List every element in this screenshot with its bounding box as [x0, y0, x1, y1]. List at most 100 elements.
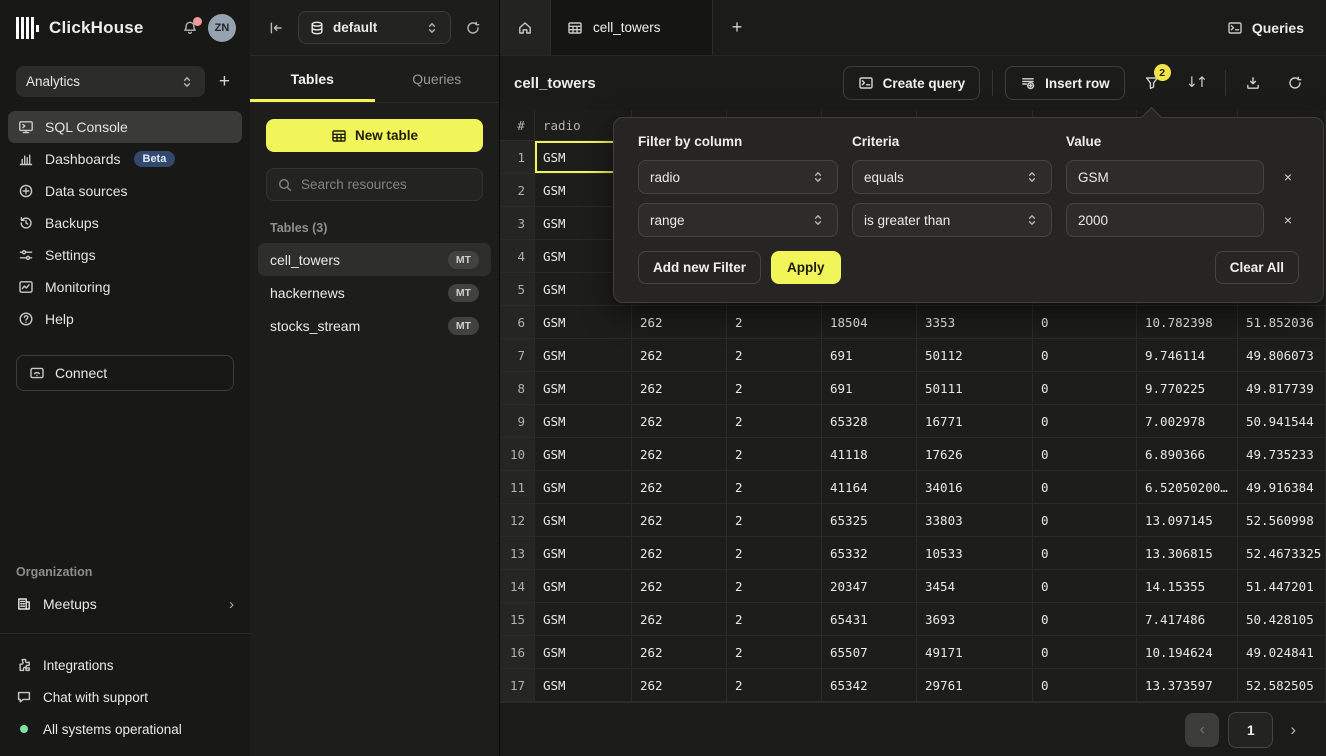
- table-cell[interactable]: 41164: [822, 471, 917, 504]
- table-cell[interactable]: GSM: [535, 603, 632, 636]
- table-cell[interactable]: 41118: [822, 438, 917, 471]
- table-cell[interactable]: 262: [632, 570, 727, 603]
- table-cell[interactable]: 0: [1033, 405, 1137, 438]
- column-header-num[interactable]: #: [500, 110, 535, 141]
- table-cell[interactable]: 262: [632, 339, 727, 372]
- filter-value-input-0[interactable]: [1066, 160, 1264, 194]
- table-cell[interactable]: 13.373597: [1137, 669, 1238, 702]
- table-cell[interactable]: 262: [632, 603, 727, 636]
- sidebar-item-backups[interactable]: Backups: [8, 207, 242, 239]
- create-query-button[interactable]: Create query: [843, 66, 981, 100]
- table-cell[interactable]: 16771: [917, 405, 1033, 438]
- table-cell[interactable]: 2: [727, 372, 822, 405]
- insert-row-button[interactable]: Insert row: [1005, 66, 1125, 100]
- current-page[interactable]: 1: [1228, 712, 1273, 748]
- home-button[interactable]: [500, 0, 551, 55]
- table-cell[interactable]: 262: [632, 405, 727, 438]
- table-cell[interactable]: 65325: [822, 504, 917, 537]
- table-cell[interactable]: 65328: [822, 405, 917, 438]
- refresh-tables-button[interactable]: [461, 16, 485, 40]
- table-cell[interactable]: 0: [1033, 339, 1137, 372]
- table-cell[interactable]: 2: [727, 504, 822, 537]
- table-cell[interactable]: 65507: [822, 636, 917, 669]
- search-input[interactable]: [301, 177, 472, 192]
- sidebar-item-data-sources[interactable]: Data sources: [8, 175, 242, 207]
- table-cell[interactable]: 51.447201: [1238, 570, 1326, 603]
- table-cell[interactable]: 20347: [822, 570, 917, 603]
- table-cell[interactable]: 0: [1033, 636, 1137, 669]
- table-cell[interactable]: 49.806073: [1238, 339, 1326, 372]
- table-cell[interactable]: 17626: [917, 438, 1033, 471]
- filter-value-input-1[interactable]: [1066, 203, 1264, 237]
- workspace-select[interactable]: Analytics: [16, 66, 205, 97]
- table-cell[interactable]: 10.194624: [1137, 636, 1238, 669]
- footer-item-chat[interactable]: Chat with support: [16, 684, 234, 710]
- table-cell[interactable]: GSM: [535, 372, 632, 405]
- table-cell[interactable]: 10533: [917, 537, 1033, 570]
- table-cell[interactable]: 52.582505: [1238, 669, 1326, 702]
- table-cell[interactable]: 2: [727, 471, 822, 504]
- apply-filters-button[interactable]: Apply: [771, 251, 841, 284]
- table-cell[interactable]: GSM: [535, 537, 632, 570]
- table-cell[interactable]: GSM: [535, 339, 632, 372]
- filter-button[interactable]: 2: [1137, 70, 1167, 96]
- table-cell[interactable]: 262: [632, 669, 727, 702]
- table-cell[interactable]: 6.52050200…: [1137, 471, 1238, 504]
- tab-tables[interactable]: Tables: [250, 56, 375, 102]
- table-cell[interactable]: GSM: [535, 669, 632, 702]
- prev-page-button[interactable]: ‹: [1185, 713, 1219, 747]
- queries-button[interactable]: Queries: [1227, 20, 1304, 36]
- table-cell[interactable]: 262: [632, 438, 727, 471]
- table-cell[interactable]: 49171: [917, 636, 1033, 669]
- table-cell[interactable]: GSM: [535, 471, 632, 504]
- footer-item-status-dot[interactable]: All systems operational: [16, 716, 234, 742]
- table-cell[interactable]: 0: [1033, 504, 1137, 537]
- table-list-item-hackernews[interactable]: hackernewsMT: [258, 276, 491, 309]
- table-cell[interactable]: 29761: [917, 669, 1033, 702]
- tab-queries[interactable]: Queries: [375, 56, 500, 102]
- table-cell[interactable]: 3454: [917, 570, 1033, 603]
- table-cell[interactable]: 2: [727, 537, 822, 570]
- table-cell[interactable]: 262: [632, 504, 727, 537]
- table-cell[interactable]: 50.428105: [1238, 603, 1326, 636]
- table-cell[interactable]: GSM: [535, 438, 632, 471]
- table-cell[interactable]: GSM: [535, 636, 632, 669]
- table-cell[interactable]: GSM: [535, 405, 632, 438]
- table-cell[interactable]: 262: [632, 471, 727, 504]
- table-cell[interactable]: 65431: [822, 603, 917, 636]
- add-workspace-button[interactable]: +: [215, 70, 234, 93]
- table-cell[interactable]: 3693: [917, 603, 1033, 636]
- footer-item-puzzle[interactable]: Integrations: [16, 652, 234, 678]
- table-cell[interactable]: 2: [727, 405, 822, 438]
- table-cell[interactable]: 0: [1033, 471, 1137, 504]
- table-cell[interactable]: 14.15355: [1137, 570, 1238, 603]
- table-cell[interactable]: 7.002978: [1137, 405, 1238, 438]
- table-cell[interactable]: 18504: [822, 306, 917, 339]
- next-page-button[interactable]: ›: [1282, 716, 1304, 744]
- download-button[interactable]: [1238, 70, 1268, 96]
- table-cell[interactable]: 0: [1033, 372, 1137, 405]
- table-cell[interactable]: GSM: [535, 570, 632, 603]
- table-cell[interactable]: 49.735233: [1238, 438, 1326, 471]
- table-cell[interactable]: 51.852036: [1238, 306, 1326, 339]
- table-cell[interactable]: 6.890366: [1137, 438, 1238, 471]
- add-filter-button[interactable]: Add new Filter: [638, 251, 761, 284]
- table-cell[interactable]: 3353: [917, 306, 1033, 339]
- table-cell[interactable]: 50112: [917, 339, 1033, 372]
- table-cell[interactable]: 0: [1033, 537, 1137, 570]
- table-list-item-stocks_stream[interactable]: stocks_streamMT: [258, 309, 491, 342]
- collapse-panel-button[interactable]: [264, 16, 288, 40]
- connect-button[interactable]: Connect: [16, 355, 234, 391]
- table-cell[interactable]: GSM: [535, 306, 632, 339]
- sidebar-item-monitoring[interactable]: Monitoring: [8, 271, 242, 303]
- notifications-button[interactable]: [182, 20, 198, 36]
- table-list-item-cell_towers[interactable]: cell_towersMT: [258, 243, 491, 276]
- table-cell[interactable]: 262: [632, 537, 727, 570]
- sidebar-item-meetups[interactable]: Meetups ›: [16, 589, 234, 619]
- database-select[interactable]: default: [298, 11, 451, 44]
- table-cell[interactable]: 0: [1033, 669, 1137, 702]
- table-cell[interactable]: 10.782398: [1137, 306, 1238, 339]
- table-cell[interactable]: 0: [1033, 306, 1137, 339]
- table-cell[interactable]: 2: [727, 438, 822, 471]
- remove-filter-button-0[interactable]: ×: [1278, 167, 1298, 187]
